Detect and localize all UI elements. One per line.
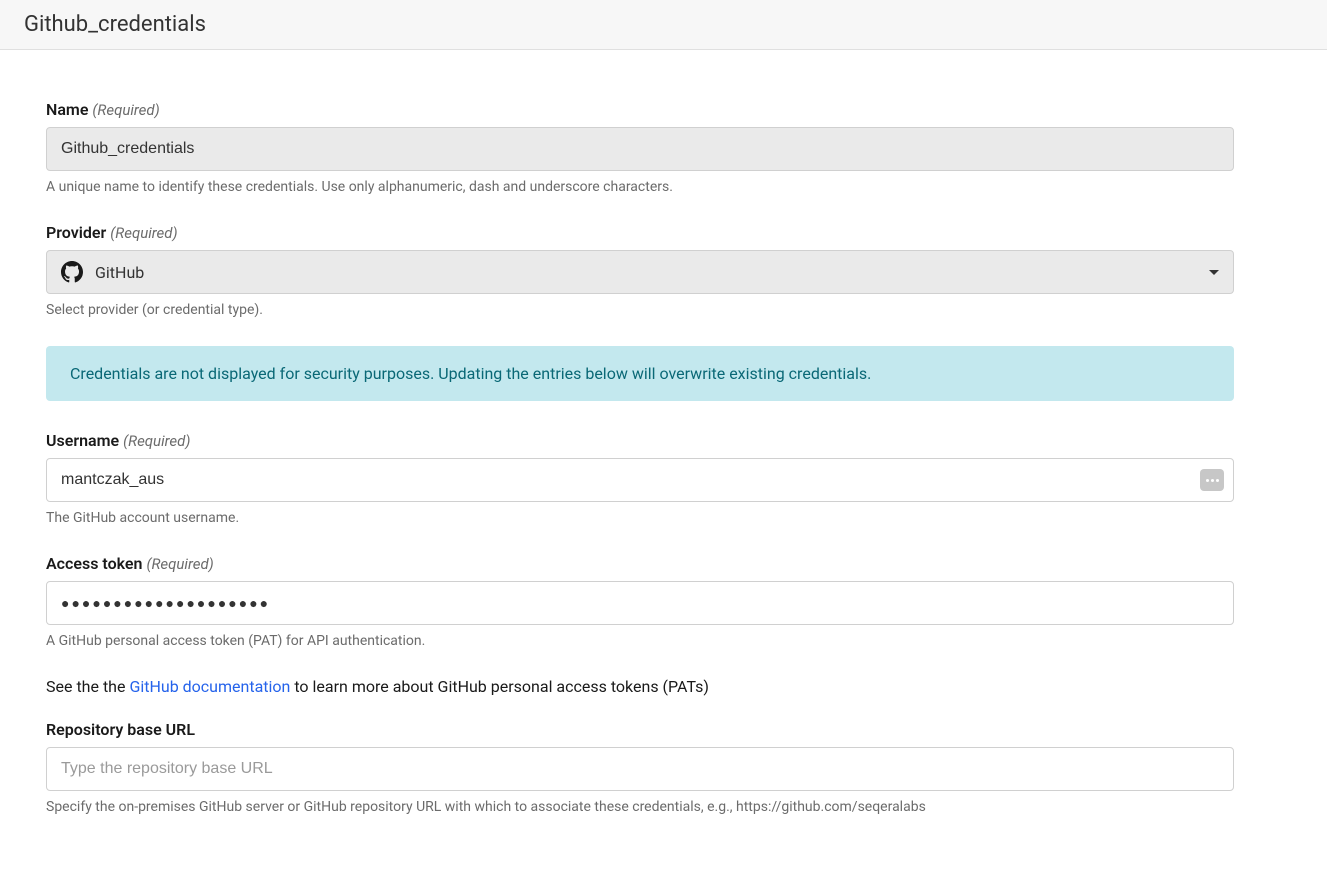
token-field-group: Access token (Required) A GitHub persona…	[46, 554, 1234, 649]
username-label: Username (Required)	[46, 431, 1234, 450]
name-label-text: Name	[46, 100, 88, 119]
provider-label-text: Provider	[46, 223, 106, 242]
repo-url-field-group: Repository base URL Specify the on-premi…	[46, 720, 1234, 815]
repo-url-label: Repository base URL	[46, 720, 1234, 739]
page-title: Github_credentials	[24, 12, 1303, 37]
name-label: Name (Required)	[46, 100, 1234, 119]
token-help-text: A GitHub personal access token (PAT) for…	[46, 633, 1234, 649]
name-required-tag: (Required)	[92, 101, 159, 119]
github-icon	[61, 261, 83, 283]
security-info-banner: Credentials are not displayed for securi…	[46, 346, 1234, 401]
github-documentation-link[interactable]: GitHub documentation	[129, 677, 290, 696]
repo-url-label-text: Repository base URL	[46, 720, 195, 739]
token-input[interactable]	[46, 581, 1234, 625]
provider-help-text: Select provider (or credential type).	[46, 302, 1234, 318]
password-manager-icon[interactable]	[1200, 469, 1224, 491]
token-label: Access token (Required)	[46, 554, 1234, 573]
username-field-group: Username (Required) The GitHub account u…	[46, 431, 1234, 526]
provider-value: GitHub	[95, 263, 1209, 282]
documentation-text: See the the GitHub documentation to lear…	[46, 677, 1234, 696]
form-container: Name (Required) A unique name to identif…	[0, 50, 1280, 863]
header-bar: Github_credentials	[0, 0, 1327, 50]
username-label-text: Username	[46, 431, 119, 450]
provider-label: Provider (Required)	[46, 223, 1234, 242]
security-info-text: Credentials are not displayed for securi…	[70, 364, 1210, 383]
doc-prefix: See the the	[46, 677, 129, 696]
provider-select[interactable]: GitHub	[46, 250, 1234, 294]
token-required-tag: (Required)	[146, 555, 213, 573]
repo-url-input[interactable]	[46, 747, 1234, 791]
name-help-text: A unique name to identify these credenti…	[46, 179, 1234, 195]
username-required-tag: (Required)	[123, 432, 190, 450]
username-help-text: The GitHub account username.	[46, 510, 1234, 526]
username-input-wrapper	[46, 458, 1234, 502]
provider-required-tag: (Required)	[110, 224, 177, 242]
username-input[interactable]	[46, 458, 1234, 502]
name-input[interactable]	[46, 127, 1234, 171]
token-label-text: Access token	[46, 554, 142, 573]
repo-url-help-text: Specify the on-premises GitHub server or…	[46, 799, 1234, 815]
chevron-down-icon	[1209, 270, 1219, 275]
name-field-group: Name (Required) A unique name to identif…	[46, 100, 1234, 195]
provider-field-group: Provider (Required) GitHub Select provid…	[46, 223, 1234, 318]
doc-suffix: to learn more about GitHub personal acce…	[290, 677, 709, 696]
